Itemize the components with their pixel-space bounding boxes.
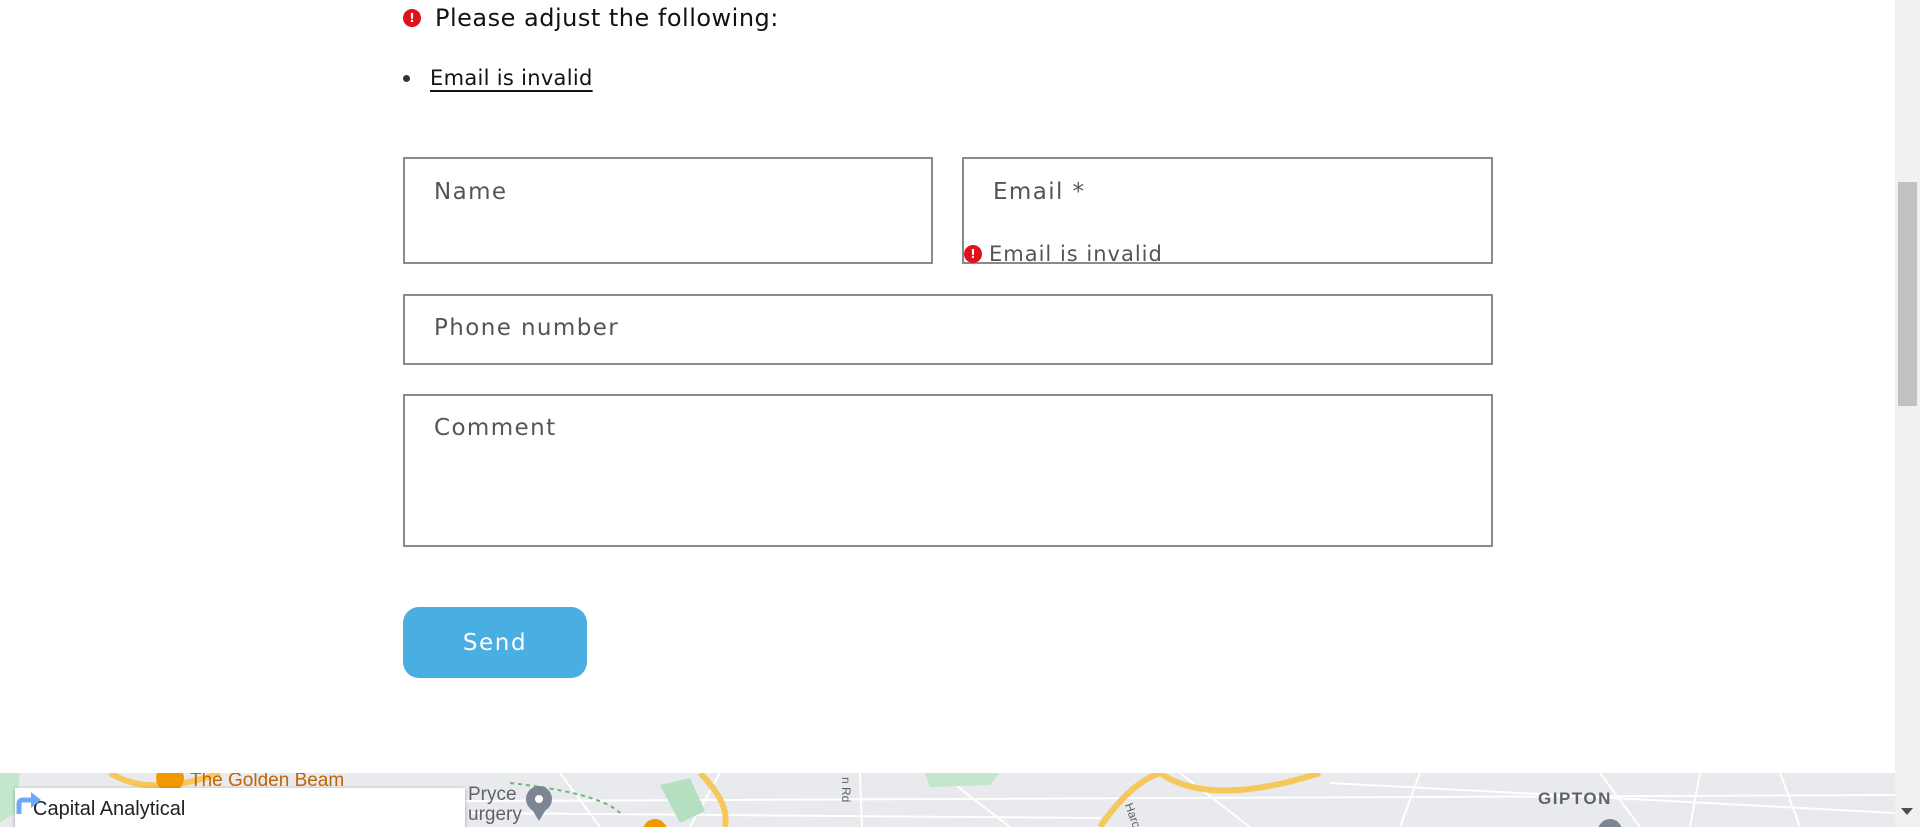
error-summary-heading: ! Please adjust the following: bbox=[403, 2, 779, 34]
map-label-pryce-surgery: Pryce urgery bbox=[468, 785, 522, 825]
map-card-title: Capital Analytical bbox=[33, 798, 186, 820]
contact-page: ! Please adjust the following: Email is … bbox=[0, 0, 1895, 827]
directions-arrow-icon[interactable] bbox=[15, 788, 45, 818]
bullet-icon bbox=[403, 74, 410, 82]
error-summary-item: Email is invalid bbox=[403, 66, 593, 90]
page-scrollbar[interactable] bbox=[1895, 0, 1920, 827]
map-info-card: Capital Analytical bbox=[15, 788, 465, 827]
map-embed[interactable]: The Golden Beam Pryce urgery GIPTON n Rd… bbox=[0, 773, 1895, 827]
map-label-gipton: GIPTON bbox=[1538, 789, 1612, 808]
send-button[interactable]: Send bbox=[403, 607, 587, 678]
scroll-down-arrow-icon[interactable] bbox=[1901, 808, 1913, 815]
name-field-label: Name bbox=[434, 179, 508, 205]
map-label-pryce-line2: urgery bbox=[468, 804, 522, 825]
error-summary-text: Please adjust the following: bbox=[435, 4, 779, 32]
map-label-pryce-line1: Pryce bbox=[468, 784, 517, 805]
comment-field-label: Comment bbox=[434, 415, 557, 441]
error-link-email[interactable]: Email is invalid bbox=[430, 66, 593, 90]
name-field[interactable]: Name bbox=[403, 157, 933, 264]
email-field-label: Email * bbox=[993, 179, 1086, 205]
email-error-text: Email is invalid bbox=[989, 242, 1163, 266]
map-label-road: n Rd bbox=[839, 777, 853, 803]
comment-field[interactable]: Comment bbox=[403, 394, 1493, 547]
error-icon: ! bbox=[403, 9, 421, 27]
phone-field[interactable]: Phone number bbox=[403, 294, 1493, 365]
email-field-error: ! Email is invalid bbox=[964, 242, 1163, 266]
phone-field-label: Phone number bbox=[434, 315, 620, 341]
scrollbar-thumb[interactable] bbox=[1898, 182, 1917, 406]
error-icon: ! bbox=[964, 245, 982, 263]
